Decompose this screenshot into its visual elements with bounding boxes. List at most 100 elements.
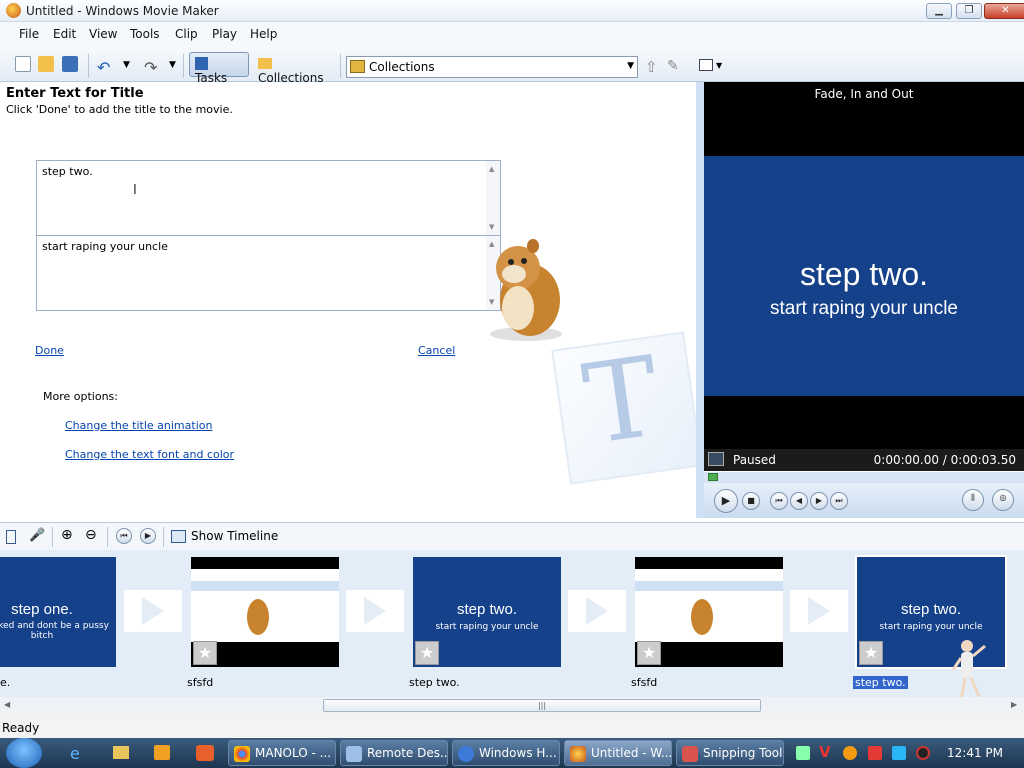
minimize-button[interactable]: ▁	[926, 3, 952, 19]
zoom-out-icon[interactable]: ⊖	[85, 527, 97, 543]
new-project-icon[interactable]	[15, 56, 31, 72]
title-bar: Untitled - Windows Movie Maker ▁ ❐ ✕	[0, 0, 1024, 22]
rewind-storyboard-icon[interactable]: ⏮	[116, 528, 132, 544]
split-clip-button[interactable]: ⫼	[962, 489, 984, 511]
text-cursor-icon: I	[133, 183, 137, 198]
title-text-field-1[interactable]: step two. ▲ ▼ I	[36, 160, 501, 236]
pane-divider[interactable]	[696, 82, 704, 518]
start-button[interactable]	[6, 738, 42, 768]
title-text-field-2[interactable]: start raping your uncle ▲ ▼	[36, 235, 501, 311]
open-project-icon[interactable]	[38, 56, 54, 72]
play-button[interactable]: ▶	[714, 489, 738, 513]
scroll-right-icon[interactable]: ▶	[1011, 700, 1017, 709]
menu-tools[interactable]: Tools	[130, 27, 160, 41]
storyboard-clip[interactable]: ★	[635, 557, 783, 667]
storyboard-clip[interactable]: step two. start raping your uncle ★	[413, 557, 561, 667]
clip-title-text: step two.	[900, 601, 962, 618]
effect-star-icon: ★	[859, 641, 883, 665]
done-link[interactable]: Done	[35, 344, 64, 357]
collections-select-value: Collections	[369, 60, 435, 74]
media-player-icon[interactable]	[154, 745, 170, 760]
save-project-icon[interactable]	[62, 56, 78, 72]
monitor-icon	[708, 452, 724, 466]
seek-thumb[interactable]	[708, 473, 718, 481]
rewind-button[interactable]: ◀	[790, 492, 808, 510]
effect-star-icon: ★	[415, 641, 439, 665]
taskbar-item-label: Windows H...	[479, 746, 557, 760]
storyboard-icon[interactable]	[6, 530, 16, 544]
new-folder-icon[interactable]: ✎	[667, 58, 679, 74]
scrollbar[interactable]: ▲ ▼	[486, 161, 500, 235]
preview-monitor: Fade, In and Out step two. start raping …	[704, 82, 1024, 518]
clip-label-selected: step two.	[853, 676, 908, 689]
page-instruction: Click 'Done' to add the title to the mov…	[6, 103, 233, 116]
video-thumbnail	[635, 569, 783, 642]
transition-slot[interactable]	[124, 590, 182, 632]
tray-display-icon[interactable]	[892, 746, 906, 760]
narrate-icon[interactable]: 🎤	[29, 528, 45, 543]
taskbar-item-windows-help[interactable]: Windows H...	[452, 740, 560, 766]
tray-search-icon[interactable]	[843, 746, 857, 760]
taskbar-item-remote-desktop[interactable]: Remote Des...	[340, 740, 448, 766]
restore-button[interactable]: ❐	[956, 3, 982, 19]
storyboard: step one. et naked and dont be a pussy b…	[0, 550, 1024, 715]
transition-slot[interactable]	[346, 590, 404, 632]
menu-edit[interactable]: Edit	[53, 27, 76, 41]
status-bar: Ready	[0, 714, 1024, 738]
redo-icon[interactable]: ↷	[144, 58, 157, 77]
storyboard-clip[interactable]: step one. et naked and dont be a pussy b…	[0, 557, 116, 667]
menu-clip[interactable]: Clip	[175, 27, 198, 41]
zoom-in-icon[interactable]: ⊕	[61, 527, 73, 543]
scroll-left-icon[interactable]: ◀	[4, 700, 10, 709]
page-title: Enter Text for Title	[6, 86, 144, 101]
change-title-animation-link[interactable]: Change the title animation	[65, 419, 212, 432]
storyboard-toolbar: 🎤 ⊕ ⊖ ⏮ ▶ Show Timeline	[0, 522, 1024, 550]
toolbar-separator	[107, 527, 108, 547]
views-dropdown-icon[interactable]: ▼	[716, 61, 722, 70]
taskbar-item-chrome[interactable]: MANOLO - ...	[228, 740, 336, 766]
tray-network-icon[interactable]	[796, 746, 810, 760]
take-picture-button[interactable]: ◎	[992, 489, 1014, 511]
undo-icon[interactable]: ↶	[97, 58, 110, 77]
forward-button[interactable]: ▶	[810, 492, 828, 510]
menu-file[interactable]: File	[19, 27, 39, 41]
redo-dropdown-icon[interactable]: ▼	[169, 60, 176, 70]
up-folder-icon[interactable]: ⇧	[645, 58, 658, 76]
transition-slot[interactable]	[568, 590, 626, 632]
change-font-color-link[interactable]: Change the text font and color	[65, 448, 234, 461]
toolbar-separator	[163, 527, 164, 547]
storyboard-scrollbar[interactable]: ◀ ||| ▶	[0, 697, 1024, 714]
clip-label: e.	[0, 676, 11, 689]
app-launcher-icon[interactable]	[196, 745, 214, 761]
taskbar-item-snipping-tool[interactable]: Snipping Tool	[676, 740, 784, 766]
menu-view[interactable]: View	[89, 27, 117, 41]
taskbar-item-movie-maker[interactable]: Untitled - W...	[564, 740, 672, 766]
movie-maker-app-icon[interactable]	[6, 3, 21, 18]
seek-bar[interactable]	[704, 471, 1024, 483]
storyboard-clip[interactable]: ★	[191, 557, 339, 667]
stop-button[interactable]: ■	[742, 492, 760, 510]
tray-flag-icon[interactable]	[868, 746, 882, 760]
cancel-link[interactable]: Cancel	[418, 344, 455, 357]
undo-dropdown-icon[interactable]: ▼	[123, 60, 130, 70]
title-text-1-value: step two.	[42, 165, 93, 178]
explorer-folder-icon[interactable]	[113, 746, 129, 759]
tray-antivirus-icon[interactable]: V	[819, 743, 831, 761]
chevron-down-icon: ▼	[627, 61, 634, 71]
show-timeline-button[interactable]: Show Timeline	[191, 529, 278, 543]
tasks-button[interactable]: Tasks	[189, 52, 249, 85]
tray-media-icon[interactable]	[916, 746, 930, 760]
scrollbar-thumb[interactable]: |||	[323, 699, 761, 712]
previous-frame-button[interactable]: ⏮	[770, 492, 788, 510]
transition-slot[interactable]	[790, 590, 848, 632]
taskbar-clock[interactable]: 12:41 PM	[947, 746, 1003, 760]
close-button[interactable]: ✕	[984, 3, 1024, 19]
internet-explorer-icon[interactable]: e	[70, 744, 80, 763]
collections-button[interactable]: Collections	[252, 52, 334, 85]
collections-dropdown[interactable]: Collections ▼	[346, 56, 638, 78]
next-frame-button[interactable]: ⏭	[830, 492, 848, 510]
menu-help[interactable]: Help	[250, 27, 277, 41]
views-icon[interactable]	[699, 59, 713, 71]
menu-play[interactable]: Play	[212, 27, 237, 41]
play-storyboard-icon[interactable]: ▶	[140, 528, 156, 544]
